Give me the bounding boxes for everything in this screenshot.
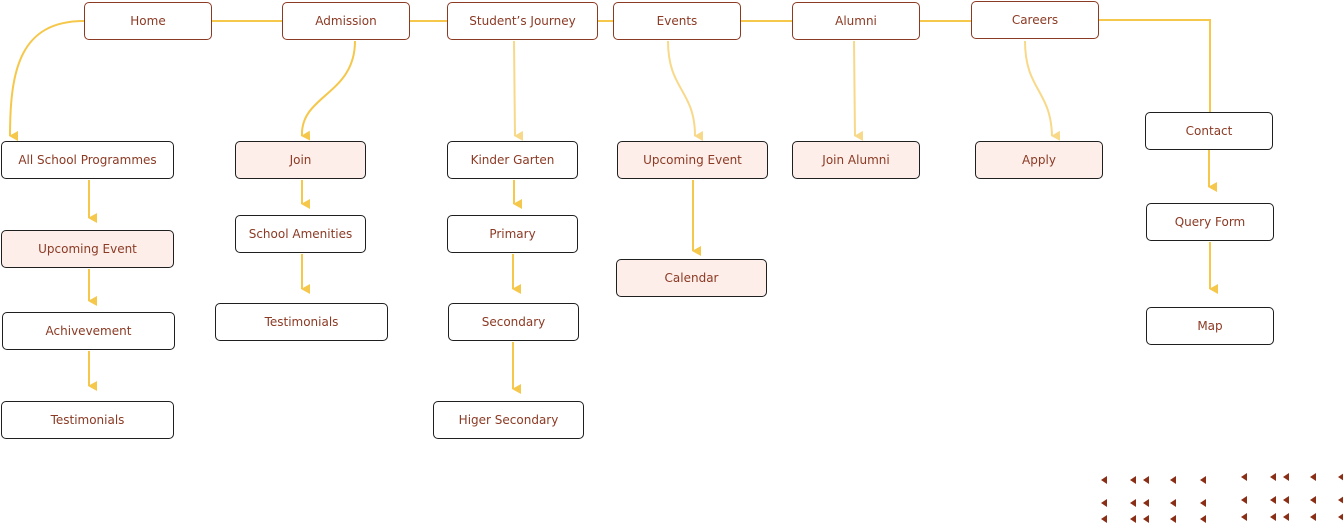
left-triangle-icon — [1130, 476, 1136, 484]
left-triangle-icon — [1241, 496, 1247, 504]
left-triangle-icon — [1170, 499, 1176, 507]
left-triangle-icon — [1283, 496, 1289, 504]
left-triangle-icon — [1338, 496, 1343, 504]
left-triangle-icon — [1283, 513, 1289, 521]
left-triangle-icon — [1130, 515, 1136, 523]
left-triangle-icon — [1241, 473, 1247, 481]
left-triangle-icon — [1101, 515, 1107, 523]
left-triangle-icon — [1130, 499, 1136, 507]
nav-events[interactable]: Events — [613, 2, 741, 40]
nav-students-journey[interactable]: Student’s Journey — [447, 2, 598, 40]
left-triangle-icon — [1200, 499, 1206, 507]
left-triangle-icon — [1241, 513, 1247, 521]
left-triangle-icon — [1200, 476, 1206, 484]
left-triangle-icon — [1310, 513, 1316, 521]
node-home-upcoming-event[interactable]: Upcoming Event — [1, 230, 174, 268]
careers-to-contact-connector — [1099, 19, 1211, 112]
node-events-upcoming-event[interactable]: Upcoming Event — [617, 141, 768, 179]
sitemap-canvas: Home Admission Student’s Journey Events … — [0, 0, 1343, 524]
nav-home[interactable]: Home — [84, 2, 212, 40]
left-triangle-icon — [1200, 515, 1206, 523]
alumni-to-join-arrow — [853, 40, 864, 141]
left-triangle-icon — [1143, 515, 1149, 523]
events-to-upcoming-arrow — [667, 40, 704, 141]
left-triangle-icon — [1101, 476, 1107, 484]
node-all-school-programmes[interactable]: All School Programmes — [1, 141, 174, 179]
admission-to-join-arrow — [300, 40, 356, 141]
node-calendar[interactable]: Calendar — [616, 259, 767, 297]
node-higher-secondary[interactable]: Higer Secondary — [433, 401, 584, 439]
node-secondary[interactable]: Secondary — [448, 303, 579, 341]
node-contact[interactable]: Contact — [1145, 112, 1273, 150]
nav-admission[interactable]: Admission — [282, 2, 410, 40]
nav-careers[interactable]: Careers — [971, 1, 1099, 39]
left-triangle-icon — [1170, 476, 1176, 484]
node-admission-testimonials[interactable]: Testimonials — [215, 303, 388, 341]
left-triangle-icon — [1270, 496, 1276, 504]
node-primary[interactable]: Primary — [447, 215, 578, 253]
node-join[interactable]: Join — [235, 141, 366, 179]
node-query-form[interactable]: Query Form — [1146, 203, 1274, 241]
left-triangle-icon — [1283, 473, 1289, 481]
left-triangle-icon — [1270, 473, 1276, 481]
node-school-amenities[interactable]: School Amenities — [235, 215, 366, 253]
left-triangle-icon — [1101, 499, 1107, 507]
journey-to-kindergarten-arrow — [513, 40, 524, 141]
nav-alumni[interactable]: Alumni — [792, 2, 920, 40]
node-kinder-garten[interactable]: Kinder Garten — [447, 141, 578, 179]
left-triangle-icon — [1310, 496, 1316, 504]
left-triangle-icon — [1143, 499, 1149, 507]
left-triangle-icon — [1338, 513, 1343, 521]
home-to-programmes-arrow — [9, 20, 85, 142]
left-triangle-icon — [1338, 473, 1343, 481]
node-join-alumni[interactable]: Join Alumni — [792, 141, 920, 179]
left-triangle-icon — [1143, 476, 1149, 484]
left-triangle-icon — [1310, 473, 1316, 481]
left-triangle-icon — [1170, 515, 1176, 523]
node-map[interactable]: Map — [1146, 307, 1274, 345]
left-triangle-icon — [1270, 513, 1276, 521]
node-apply[interactable]: Apply — [975, 141, 1103, 179]
node-achievement[interactable]: Achivevement — [2, 312, 175, 350]
careers-to-apply-arrow — [1024, 40, 1061, 141]
node-home-testimonials[interactable]: Testimonials — [1, 401, 174, 439]
